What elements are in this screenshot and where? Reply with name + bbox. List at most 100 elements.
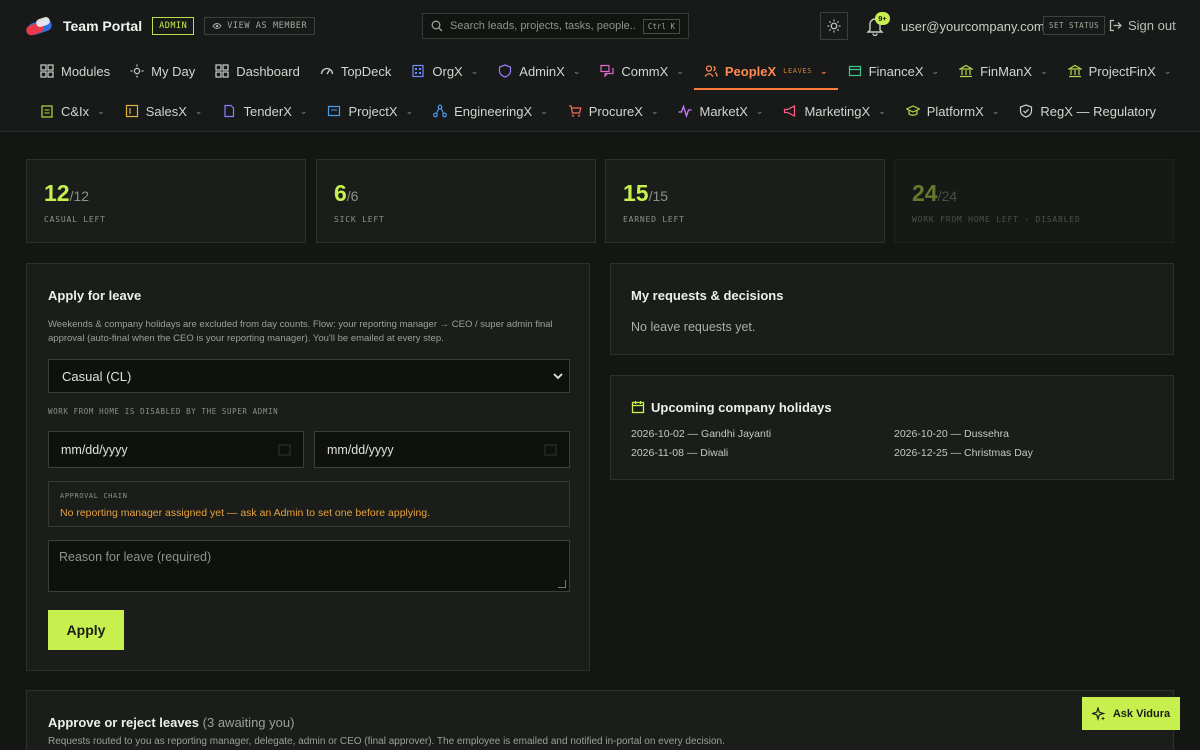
chevron-down-icon: ⌄ xyxy=(878,105,886,116)
primary-nav: Modules My Day Dashboard TopDeck OrgX ⌄ A… xyxy=(30,52,1181,90)
view-as-member-label: VIEW AS MEMBER xyxy=(227,21,308,31)
chevron-down-icon: ⌄ xyxy=(299,105,308,116)
nav-salesx[interactable]: SalesX ⌄ xyxy=(115,92,213,130)
notification-badge: 9+ xyxy=(875,12,890,25)
nav-label: MarketX xyxy=(699,103,748,119)
chevron-down-icon: ⌄ xyxy=(755,105,764,116)
start-date-input[interactable]: mm/dd/yyyy xyxy=(48,431,304,468)
leave-type-value: Casual (CL) xyxy=(62,368,132,384)
holiday-item: 2026-10-20 — Dussehra xyxy=(894,428,1009,440)
balance-label: WORK FROM HOME LEFT · DISABLED xyxy=(912,215,1081,224)
balance-value: 15 xyxy=(623,180,649,206)
nav-marketx[interactable]: MarketX ⌄ xyxy=(668,92,773,130)
grid-icon xyxy=(215,64,229,78)
apply-button[interactable]: Apply xyxy=(48,610,124,650)
holiday-item: 2026-12-25 — Christmas Day xyxy=(894,447,1033,459)
approvals-count: (3 awaiting you) xyxy=(202,715,295,730)
app-name: Team Portal xyxy=(63,18,143,34)
nav-projectx[interactable]: ProjectX ⌄ xyxy=(317,92,423,130)
wallet-icon xyxy=(848,65,861,77)
global-search[interactable]: Ctrl K xyxy=(422,13,689,39)
nav-platformx[interactable]: PlatformX ⌄ xyxy=(896,92,1010,130)
balance-value: 6 xyxy=(334,180,347,206)
nav-projectfinx[interactable]: ProjectFinX ⌄ xyxy=(1058,52,1182,90)
sparkle-icon xyxy=(1091,706,1106,721)
chevron-down-icon: ⌄ xyxy=(991,105,1000,116)
chevron-down-icon: ⌄ xyxy=(540,105,548,116)
nav-my-day[interactable]: My Day xyxy=(120,52,205,90)
chevron-down-icon: ⌄ xyxy=(1040,65,1048,76)
nav-commx[interactable]: CommX ⌄ xyxy=(590,52,694,90)
chevron-down-icon: ⌄ xyxy=(650,105,659,116)
calendar-icon[interactable] xyxy=(278,443,291,456)
calendar-icon[interactable] xyxy=(544,443,557,456)
nav-peoplex[interactable]: PeopleX LEAVES ⌄ xyxy=(693,52,838,90)
pulse-icon xyxy=(678,104,692,118)
nav-orgx[interactable]: OrgX ⌄ xyxy=(401,52,488,90)
nav-engineeringx[interactable]: EngineeringX ⌄ xyxy=(423,92,558,130)
nav-modules[interactable]: Modules xyxy=(30,52,120,90)
panel-title: My requests & decisions xyxy=(631,288,784,303)
sign-out-button[interactable]: Sign out xyxy=(1109,18,1176,33)
nav-sublabel: LEAVES xyxy=(783,67,813,75)
nav-tenderx[interactable]: TenderX ⌄ xyxy=(212,92,317,130)
resize-handle-icon[interactable] xyxy=(558,580,566,588)
network-icon xyxy=(433,104,448,118)
search-input[interactable] xyxy=(450,20,636,32)
ask-vidura-button[interactable]: Ask Vidura xyxy=(1082,697,1180,730)
chat-icon xyxy=(600,64,614,78)
megaphone-icon xyxy=(784,105,796,117)
sign-out-label: Sign out xyxy=(1128,18,1176,33)
nav-cix[interactable]: C&Ix ⌄ xyxy=(30,92,115,130)
holidays-panel: Upcoming company holidays 2026-10-02 — G… xyxy=(610,375,1174,480)
theme-toggle-button[interactable] xyxy=(820,12,848,40)
nav-procurex[interactable]: ProcureX ⌄ xyxy=(558,92,669,130)
nav-adminx[interactable]: AdminX ⌄ xyxy=(488,52,590,90)
nav-dashboard[interactable]: Dashboard xyxy=(205,52,310,90)
apply-description: Weekends & company holidays are excluded… xyxy=(48,319,553,344)
leave-type-select[interactable]: Casual (CL) xyxy=(48,359,570,393)
approvals-description: Requests routed to you as reporting mana… xyxy=(48,736,725,747)
chevron-down-icon: ⌄ xyxy=(194,105,203,116)
balance-card-earned: 15/15 EARNED LEFT xyxy=(605,159,885,243)
approval-chain-title: APPROVAL CHAIN xyxy=(60,492,128,500)
balance-card-casual: 12/12 CASUAL LEFT xyxy=(26,159,306,243)
approval-chain-box: APPROVAL CHAIN No reporting manager assi… xyxy=(48,481,570,527)
nav-label: ProjectFinX xyxy=(1088,63,1156,79)
approvals-panel: Approve or reject leaves (3 awaiting you… xyxy=(26,690,1174,750)
holiday-item: 2026-11-08 — Diwali xyxy=(631,447,729,459)
role-badge: ADMIN xyxy=(152,17,195,35)
nav-label: FinManX xyxy=(980,63,1033,79)
set-status-button[interactable]: SET STATUS xyxy=(1043,16,1106,35)
clipboard-icon xyxy=(41,105,53,118)
sign-out-icon xyxy=(1109,19,1122,32)
wfh-disabled-note: WORK FROM HOME IS DISABLED BY THE SUPER … xyxy=(48,407,279,416)
nav-label: OrgX xyxy=(432,63,463,79)
brand[interactable]: Team Portal ADMIN VIEW AS MEMBER xyxy=(24,14,316,38)
nav-finmanx[interactable]: FinManX ⌄ xyxy=(949,52,1058,90)
nav-label: TenderX xyxy=(243,103,292,119)
end-date-input[interactable]: mm/dd/yyyy xyxy=(314,431,570,468)
nav-label: My Day xyxy=(151,63,196,79)
team-portal-logo xyxy=(24,15,54,37)
document-icon xyxy=(224,104,235,118)
nav-topdeck[interactable]: TopDeck xyxy=(310,52,402,90)
view-as-member-button[interactable]: VIEW AS MEMBER xyxy=(204,17,316,35)
empty-state: No leave requests yet. xyxy=(631,320,756,334)
nav-label: CommX xyxy=(621,63,669,79)
nav-financex[interactable]: FinanceX ⌄ xyxy=(838,52,949,90)
apply-leave-panel: Apply for leave Weekends & company holid… xyxy=(26,263,590,671)
bank-icon xyxy=(959,64,974,78)
user-email[interactable]: user@yourcompany.com xyxy=(901,19,1045,34)
nav-label: SalesX xyxy=(145,103,187,119)
nav-label: ProjectX xyxy=(348,103,398,119)
nav-marketingx[interactable]: MarketingX ⌄ xyxy=(773,92,895,130)
balance-value: 12 xyxy=(44,180,70,206)
sun-icon xyxy=(827,19,841,33)
secondary-nav: C&Ix ⌄ SalesX ⌄ TenderX ⌄ ProjectX ⌄ Enginee… xyxy=(30,92,1166,130)
nav-regx[interactable]: RegX — Regulatory xyxy=(1009,92,1166,130)
nav-label: ProcureX xyxy=(588,103,643,119)
reason-textarea[interactable]: Reason for leave (required) xyxy=(48,540,570,592)
nav-label: EngineeringX xyxy=(454,103,533,119)
nav-label: MarketingX xyxy=(804,103,871,119)
